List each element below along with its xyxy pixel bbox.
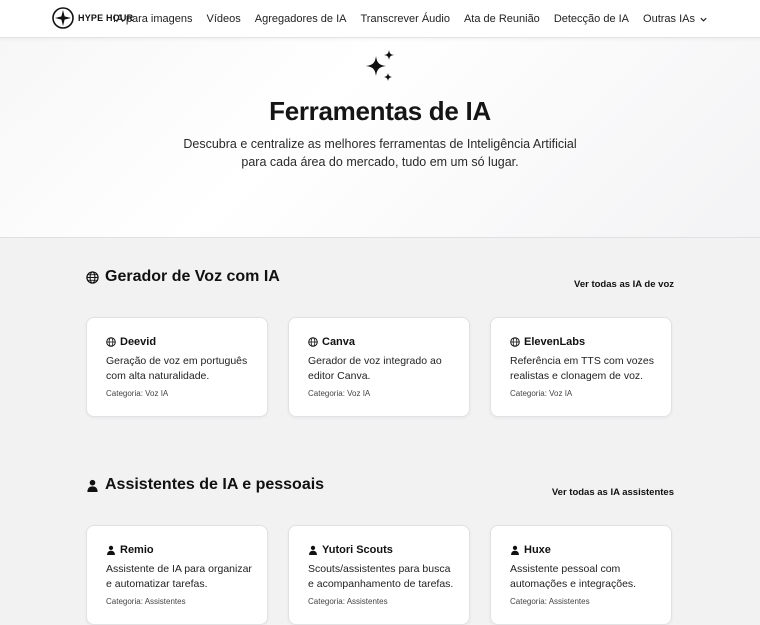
card-category: Categoria: Assistentes [510, 597, 590, 606]
tool-card[interactable]: Canva Gerador de voz integrado ao editor… [288, 317, 470, 417]
card-name: Huxe [524, 544, 551, 556]
nav-more-dropdown[interactable]: Outras IAs [643, 13, 708, 25]
card-list-voz: Deevid Geração de voz em português com a… [86, 317, 674, 417]
card-category: Categoria: Assistentes [106, 597, 186, 606]
user-icon [309, 545, 317, 555]
tool-card[interactable]: Huxe Assistente pessoal com automações e… [490, 525, 672, 625]
card-description: Geração de voz em português com alta nat… [106, 355, 248, 382]
card-title: Huxe [510, 544, 657, 556]
card-name: Remio [120, 544, 154, 556]
card-name: ElevenLabs [524, 336, 586, 348]
card-title: Deevid [106, 336, 253, 348]
hero-banner: Ferramentas de IA Descubra e centralize … [0, 38, 760, 238]
card-title: Canva [308, 336, 455, 348]
card-title: Remio [106, 544, 253, 556]
card-description: Gerador de voz integrado ao editor Canva… [308, 355, 442, 382]
main-menu: IA para imagens Vídeos Agregadores de IA… [113, 0, 708, 38]
card-category: Categoria: Voz IA [106, 389, 169, 398]
view-all-assistentes-link[interactable]: Ver todas as IA assistentes [552, 487, 674, 498]
card-description: Referência em TTS com vozes realistas e … [510, 355, 654, 382]
nav-item-agregadores[interactable]: Agregadores de IA [255, 13, 347, 25]
card-category: Categoria: Voz IA [308, 389, 371, 398]
card-name: Yutori Scouts [322, 544, 393, 556]
nav-more-label: Outras IAs [643, 13, 695, 25]
tool-card[interactable]: ElevenLabs Referência em TTS com vozes r… [490, 317, 672, 417]
section-title-voz: Gerador de Voz com IA [86, 268, 280, 286]
tool-card[interactable]: Deevid Geração de voz em português com a… [86, 317, 268, 417]
section-title-text: Assistentes de IA e pessoais [105, 476, 325, 493]
globe-icon [308, 337, 318, 347]
card-name: Canva [322, 336, 356, 348]
nav-item-transcrever-audio[interactable]: Transcrever Áudio [361, 13, 450, 25]
page-title: Ferramentas de IA [269, 96, 491, 126]
chevron-down-icon [700, 17, 707, 22]
card-description: Assistente de IA para organizar e automa… [106, 563, 252, 590]
card-description: Assistente pessoal com automações e inte… [510, 563, 637, 590]
nav-item-ata-reuniao[interactable]: Ata de Reunião [464, 13, 540, 25]
section-title-assistentes: Assistentes de IA e pessoais [86, 476, 324, 494]
sparkles-icon [366, 50, 394, 81]
page-subtitle: Descubra e centralize as melhores ferram… [183, 137, 577, 169]
section-header-assistentes: Assistentes de IA e pessoais Ver todas a… [86, 473, 674, 498]
card-title: ElevenLabs [510, 336, 657, 348]
logo-compass-icon [52, 7, 74, 29]
card-name: Deevid [120, 336, 157, 348]
view-all-voz-link[interactable]: Ver todas as IA de voz [574, 279, 674, 290]
tool-card[interactable]: Yutori Scouts Scouts/assistentes para bu… [288, 525, 470, 625]
user-icon [87, 479, 98, 492]
card-title: Yutori Scouts [308, 544, 455, 556]
user-icon [511, 545, 519, 555]
tool-card[interactable]: Remio Assistente de IA para organizar e … [86, 525, 268, 625]
nav-item-ia-imagens[interactable]: IA para imagens [113, 13, 193, 25]
user-icon [107, 545, 115, 555]
card-description: Scouts/assistentes para busca e acompanh… [308, 563, 454, 590]
card-category: Categoria: Voz IA [510, 389, 573, 398]
card-category: Categoria: Assistentes [308, 597, 388, 606]
globe-icon [510, 337, 520, 347]
section-header-voz: Gerador de Voz com IA Ver todas as IA de… [86, 265, 674, 290]
section-title-text: Gerador de Voz com IA [105, 268, 280, 285]
nav-item-videos[interactable]: Vídeos [207, 13, 241, 25]
nav-item-deteccao-ia[interactable]: Detecção de IA [554, 13, 629, 25]
globe-icon [86, 270, 99, 284]
top-navbar: HYPE HOUR IA para imagens Vídeos Agregad… [0, 0, 760, 38]
globe-icon [106, 337, 116, 347]
card-list-assistentes: Remio Assistente de IA para organizar e … [86, 525, 674, 625]
